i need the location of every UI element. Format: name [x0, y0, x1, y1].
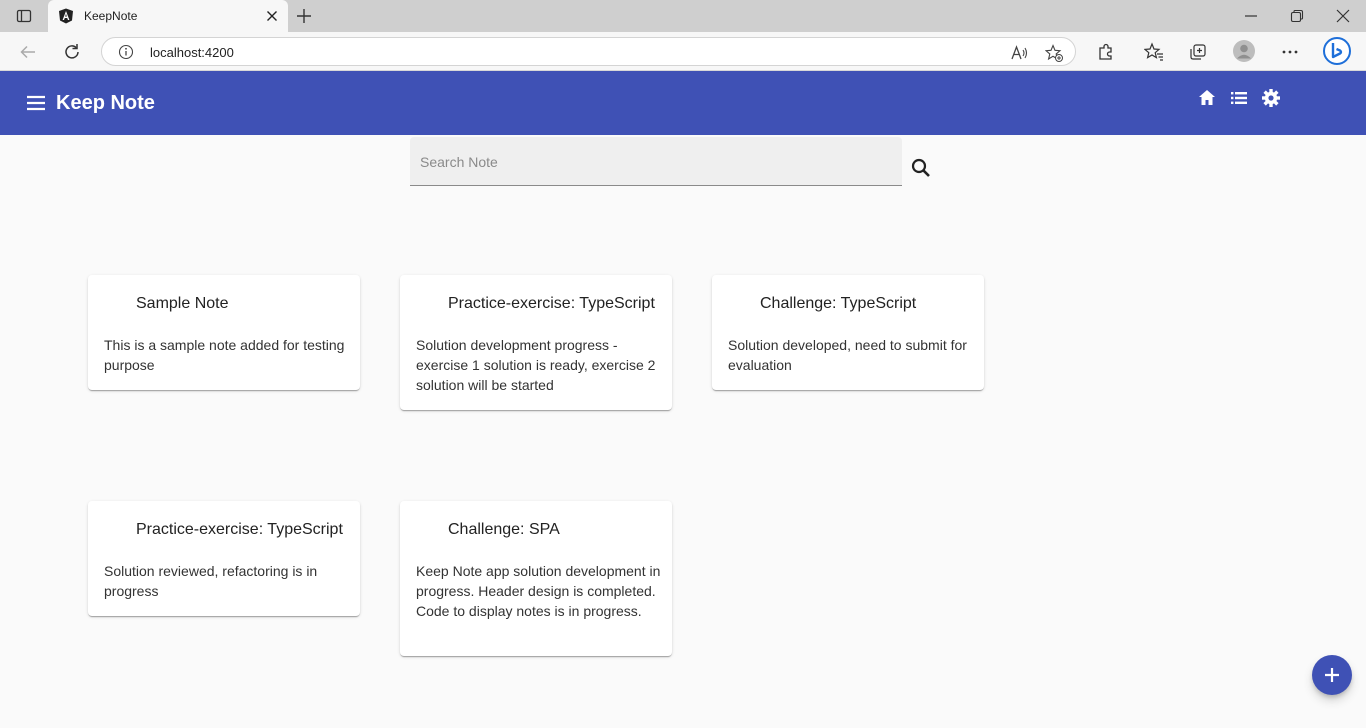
plus-icon	[1325, 668, 1339, 682]
close-window-icon[interactable]	[1336, 9, 1350, 23]
search-field[interactable]	[410, 137, 902, 186]
minimize-icon[interactable]	[1244, 9, 1258, 23]
site-info-icon[interactable]	[118, 44, 134, 60]
profile-avatar-icon[interactable]	[1233, 40, 1255, 62]
note-card[interactable]: Practice-exercise: TypeScript Solution r…	[88, 501, 360, 616]
note-title: Challenge: TypeScript	[760, 295, 917, 312]
restore-icon[interactable]	[1290, 9, 1304, 23]
refresh-icon[interactable]	[62, 42, 82, 62]
search-input[interactable]	[420, 151, 890, 173]
note-text: Solution development progress - exercise…	[416, 337, 656, 393]
note-text: Keep Note app solution development in pr…	[416, 563, 661, 619]
note-text: This is a sample note added for testing …	[104, 337, 345, 373]
tab-actions-icon[interactable]	[16, 8, 32, 24]
address-bar[interactable]: localhost:4200	[101, 37, 1076, 66]
more-options-icon[interactable]	[1280, 42, 1300, 62]
note-title: Challenge: SPA	[448, 521, 560, 538]
browser-tab-bar: KeepNote	[0, 0, 1366, 32]
note-card[interactable]: Sample Note This is a sample note added …	[88, 275, 360, 390]
app-title: Keep Note	[56, 92, 155, 114]
note-card[interactable]: Practice-exercise: TypeScript Solution d…	[400, 275, 672, 410]
browser-tab[interactable]: KeepNote	[48, 0, 288, 32]
note-card[interactable]: Challenge: TypeScript Solution developed…	[712, 275, 984, 390]
close-tab-icon[interactable]	[266, 9, 278, 21]
browser-toolbar: localhost:4200	[0, 32, 1366, 71]
extensions-icon[interactable]	[1096, 42, 1116, 62]
tab-title: KeepNote	[84, 9, 138, 23]
home-icon[interactable]	[1196, 87, 1218, 109]
url-text: localhost:4200	[150, 45, 234, 60]
note-title: Practice-exercise: TypeScript	[136, 521, 343, 538]
angular-logo-icon	[58, 8, 74, 24]
note-card[interactable]: Challenge: SPA Keep Note app solution de…	[400, 501, 672, 656]
note-title: Practice-exercise: TypeScript	[448, 295, 655, 312]
favorites-icon[interactable]	[1143, 42, 1164, 62]
add-note-button[interactable]	[1312, 655, 1352, 695]
add-favorite-icon[interactable]	[1044, 44, 1063, 62]
collections-icon[interactable]	[1188, 42, 1208, 62]
new-tab-icon[interactable]	[296, 8, 312, 24]
list-icon[interactable]	[1228, 87, 1250, 109]
note-text: Solution developed, need to submit for e…	[728, 337, 967, 373]
settings-icon[interactable]	[1260, 87, 1282, 109]
bing-chat-icon[interactable]	[1322, 36, 1352, 66]
back-icon[interactable]	[18, 42, 38, 62]
note-text: Solution reviewed, refactoring is in pro…	[104, 563, 318, 599]
note-title: Sample Note	[136, 295, 229, 312]
search-icon[interactable]	[909, 156, 933, 180]
read-aloud-icon[interactable]	[1010, 44, 1028, 62]
app-header: Keep Note	[0, 71, 1366, 135]
menu-icon[interactable]	[26, 93, 46, 113]
